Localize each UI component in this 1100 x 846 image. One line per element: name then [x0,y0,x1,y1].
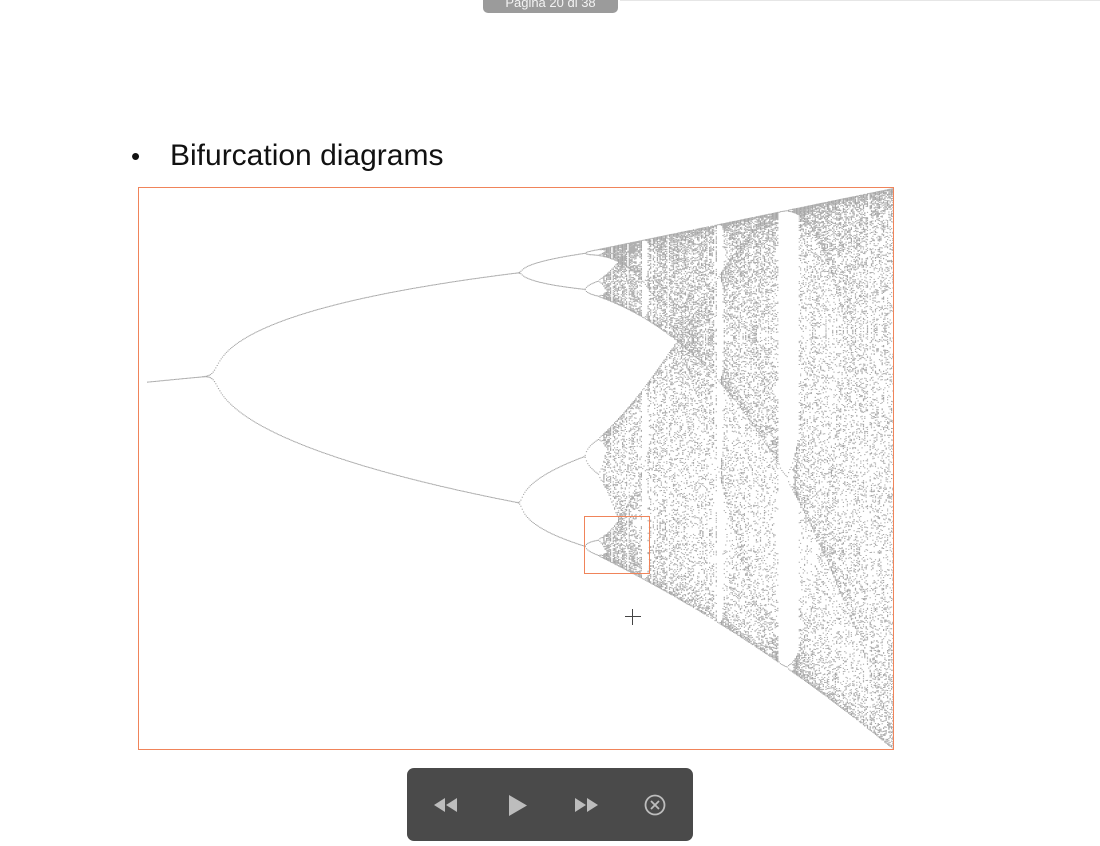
close-button[interactable] [635,790,675,820]
zoom-selection-box[interactable] [584,516,650,574]
play-button[interactable] [498,790,538,820]
fast-forward-button[interactable] [567,790,607,820]
play-icon [509,795,527,816]
rewind-icon [434,798,457,812]
close-circle-icon [644,794,666,816]
fast-forward-icon [575,798,598,812]
bifurcation-diagram [147,188,893,749]
crosshair-cursor-icon [625,609,641,625]
playback-controls [407,768,693,841]
page-indicator: Pagina 20 di 38 [483,0,618,13]
rewind-button[interactable] [425,790,465,820]
slideshow-viewer: Pagina 20 di 38 • Bifurcation diagrams [0,0,1100,846]
slide-title: Bifurcation diagrams [170,139,444,172]
bifurcation-points [147,188,893,749]
top-divider [620,0,1100,1]
bullet-point: • [131,141,141,171]
bifurcation-diagram-image [138,187,894,750]
